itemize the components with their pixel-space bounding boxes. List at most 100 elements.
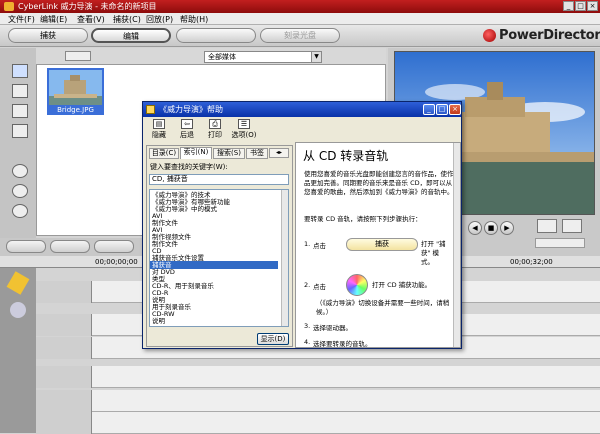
keyword-input[interactable]: CD, 捕获音 <box>149 174 289 185</box>
tab-search[interactable]: 搜索(S) <box>213 148 245 159</box>
help-title-bar: 《威力导演》帮助 _ □ × <box>143 102 461 117</box>
timecode-display <box>535 238 585 248</box>
step-1-text: 打开 "捕获" 模式。 <box>421 240 446 266</box>
options-button[interactable]: ☰ 选项(O) <box>229 119 259 141</box>
tab-index[interactable]: 索引(N) <box>180 147 212 159</box>
snapshot-icon[interactable] <box>537 219 557 233</box>
capture-mode-button[interactable]: 捕获 <box>8 28 88 43</box>
edit-mode-button[interactable]: 编辑 <box>91 28 171 43</box>
hide-button[interactable]: ▤ 隐藏 <box>145 119 173 141</box>
produce-mode-button[interactable] <box>176 28 256 43</box>
timeline-view-button[interactable] <box>50 240 90 253</box>
help-window-title: 《威力导演》帮助 <box>159 105 223 114</box>
pip-room-icon[interactable] <box>12 104 28 118</box>
step-4-number: 4. <box>304 338 311 346</box>
title-room-icon[interactable] <box>12 124 28 138</box>
step-1-prefix: 点击 <box>313 242 326 250</box>
brand-name: PowerDirector <box>499 28 600 43</box>
keyword-list-scrollbar[interactable] <box>281 190 288 326</box>
help-content-pane: 从 CD 转录音轨 使用您喜爱的音乐光盘即能创建您言的音作品，使作品更加完善。同… <box>295 142 461 348</box>
stop-icon[interactable]: ■ <box>484 221 498 235</box>
menu-help[interactable]: 帮助(H) <box>180 14 208 25</box>
media-room-icon[interactable] <box>12 64 28 78</box>
help-intro-text: 使用您喜爱的音乐光盘即能创建您言的音作品，使作品更加完善。同期要的音乐来是音乐 … <box>304 170 454 196</box>
media-filter-select[interactable]: 全部媒体 ▼ <box>204 51 322 63</box>
folder-icon[interactable] <box>65 51 91 61</box>
help-maximize-button[interactable]: □ <box>436 104 448 115</box>
music-track-header <box>36 412 92 434</box>
help-step-intro: 要转录 CD 音轨，请按照下列步骤执行： <box>304 215 422 223</box>
step-3-number: 3. <box>304 322 311 330</box>
voice-track-header <box>36 390 92 412</box>
back-arrow-icon: ⇦ <box>181 119 193 129</box>
burn-disc-button[interactable]: 刻录光盘 <box>260 28 340 43</box>
chevron-down-icon: ▼ <box>311 52 321 62</box>
tab-contents[interactable]: 目录(C) <box>149 148 179 159</box>
ruler-tick: 00;00;32;00 <box>510 258 553 266</box>
thumbnail-label: Bridge.JPG <box>47 105 104 115</box>
keyword-list-item[interactable]: 说明 <box>152 317 165 325</box>
print-label: 打印 <box>208 131 222 139</box>
title-track[interactable] <box>36 366 600 388</box>
transition-room-icon[interactable] <box>12 164 28 178</box>
keyword-label: 键入要查找的关键字(W): <box>150 163 228 171</box>
zoom-button[interactable] <box>94 240 134 253</box>
menu-capture[interactable]: 捕获(C) <box>113 14 141 25</box>
help-topic-title: 从 CD 转录音轨 <box>303 149 389 163</box>
effect-room-icon[interactable] <box>12 84 28 98</box>
effect-track-header <box>36 314 92 336</box>
options-label: 选项(O) <box>231 131 257 139</box>
maximize-button[interactable]: □ <box>575 1 586 11</box>
bridge-thumbnail-image <box>49 70 102 110</box>
hide-icon: ▤ <box>153 119 165 129</box>
keyword-list[interactable]: 《威力导演》的技术 《威力导演》有哪些新功能 《威力导演》中的模式 AVI 制作文件 A… <box>149 189 289 327</box>
help-icon <box>146 105 155 114</box>
menu-file[interactable]: 文件(F) <box>8 14 35 25</box>
audio-mix-icon[interactable] <box>10 302 26 318</box>
help-close-button[interactable]: × <box>449 104 461 115</box>
print-icon: ⎙ <box>209 119 221 129</box>
media-filter-value: 全部媒体 <box>208 53 236 61</box>
room-selector-strip <box>0 48 36 238</box>
magic-wand-icon[interactable] <box>6 271 30 295</box>
capture-button-image: 捕获 <box>346 238 418 251</box>
minimize-button[interactable]: _ <box>563 1 574 11</box>
help-content-scrollbar[interactable] <box>453 143 460 347</box>
ruler-tick: 00;00;00;00 <box>95 258 138 266</box>
help-window: 《威力导演》帮助 _ □ × ▤ 隐藏 ⇦ 后退 ⎙ 打印 ☰ 选项(O) 目录… <box>142 101 462 349</box>
close-button[interactable]: × <box>587 1 598 11</box>
window-title: CyberLink 威力导演 - 未命名的新项目 <box>18 2 157 11</box>
brand-logo-icon <box>483 29 496 42</box>
menu-view[interactable]: 查看(V) <box>77 14 105 25</box>
step-4-text: 选择要转录的音轨。 <box>313 340 372 348</box>
step-1-number: 1. <box>304 240 311 248</box>
step-3-text: 选择驱动器。 <box>313 324 352 332</box>
title-bar: CyberLink 威力导演 - 未命名的新项目 _ □ × <box>0 0 600 13</box>
menu-bar: 文件(F) 编辑(E) 查看(V) 捕获(C) 回放(P) 帮助(H) <box>0 13 600 25</box>
fullscreen-icon[interactable] <box>562 219 582 233</box>
tab-bookmarks[interactable]: 书签 <box>246 148 268 159</box>
back-label: 后退 <box>180 131 194 139</box>
voice-track[interactable] <box>36 390 600 412</box>
chapter-room-icon[interactable] <box>12 204 28 218</box>
step-2-text: 打开 CD 捕获功能。 <box>372 281 432 289</box>
mode-toolbar: 捕获 编辑 刻录光盘 PowerDirector <box>0 25 600 47</box>
menu-edit[interactable]: 编辑(E) <box>40 14 67 25</box>
app-icon <box>4 2 14 11</box>
pip-track-header <box>36 337 92 359</box>
print-button[interactable]: ⎙ 打印 <box>201 119 229 141</box>
forward-icon[interactable]: ▶ <box>500 221 514 235</box>
title-track-header <box>36 366 92 388</box>
music-track[interactable] <box>36 412 600 434</box>
audio-room-icon[interactable] <box>12 184 28 198</box>
step-2-number: 2. <box>304 281 311 289</box>
play-icon[interactable]: ◀ <box>468 221 482 235</box>
storyboard-view-button[interactable] <box>6 240 46 253</box>
tab-scroll-arrows[interactable]: ◂▸ <box>269 148 289 158</box>
step-2-note: （《威力导演》切换设备并需要一些时间，请稍候。） <box>316 299 450 316</box>
menu-playback[interactable]: 回放(P) <box>146 14 173 25</box>
back-button[interactable]: ⇦ 后退 <box>173 119 201 141</box>
options-icon: ☰ <box>238 119 250 129</box>
help-minimize-button[interactable]: _ <box>423 104 435 115</box>
display-button[interactable]: 显示(D) <box>257 333 289 345</box>
